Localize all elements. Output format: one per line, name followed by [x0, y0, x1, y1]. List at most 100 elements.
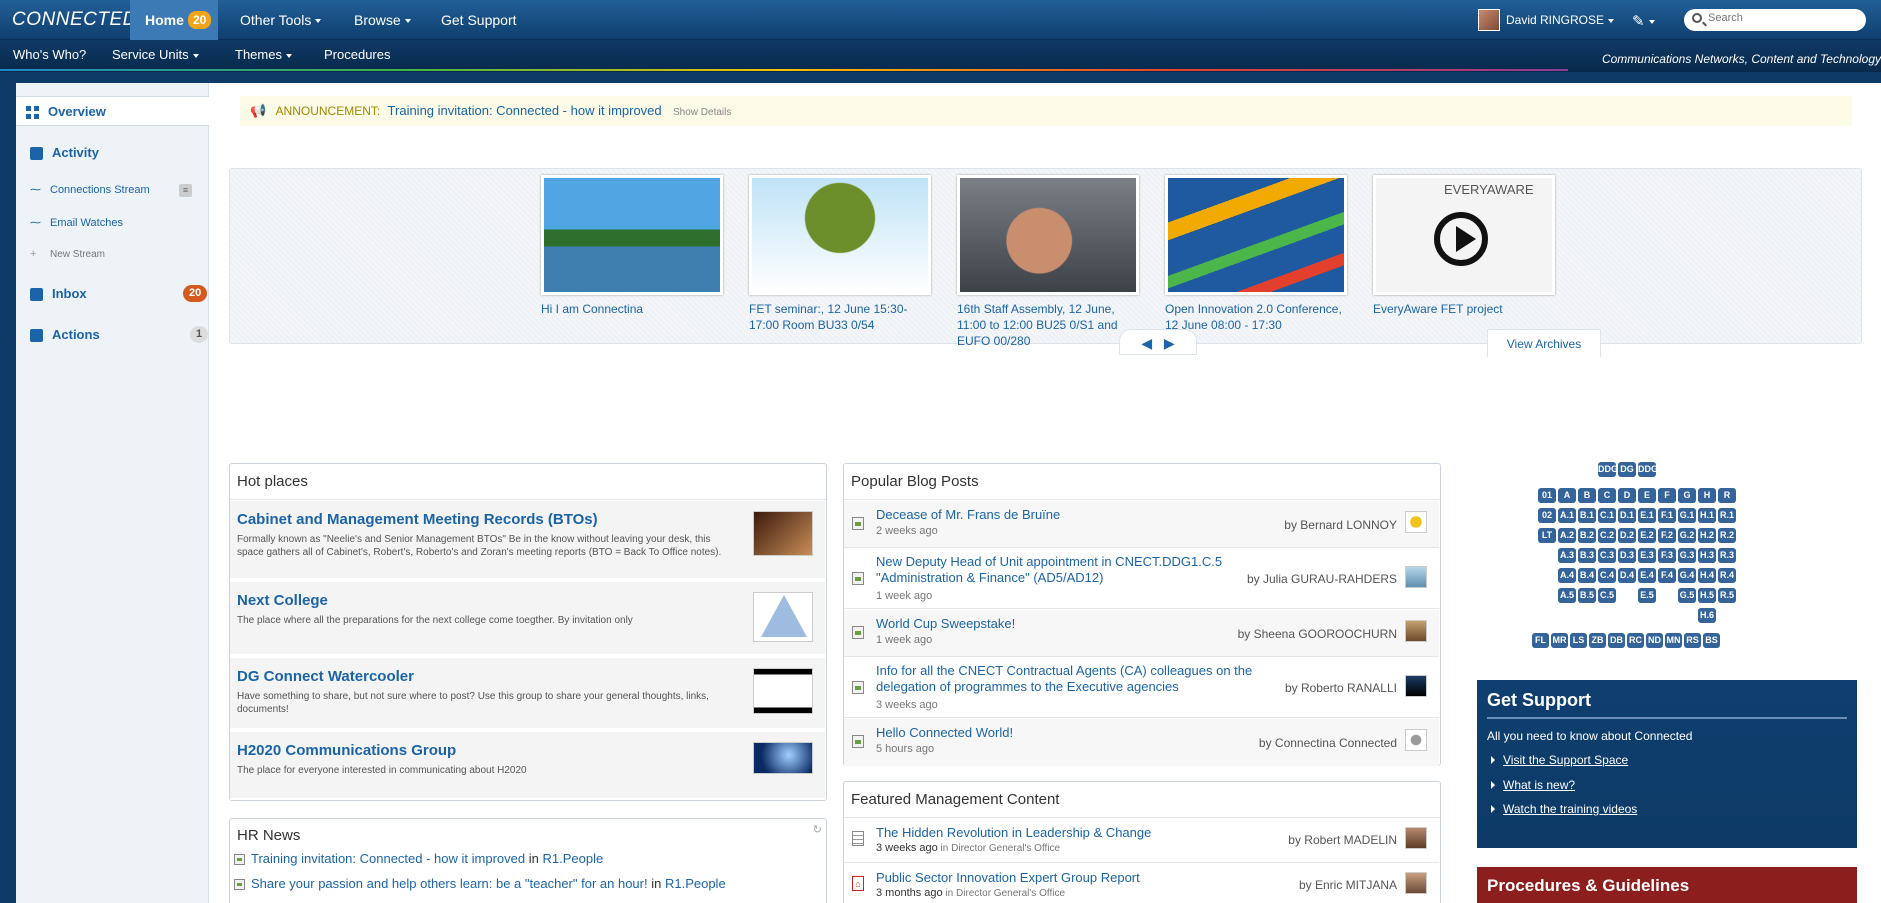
- org-unit-button[interactable]: B.2: [1578, 528, 1596, 543]
- org-unit-button[interactable]: H.3: [1698, 548, 1716, 563]
- org-unit-button[interactable]: R.1: [1718, 508, 1736, 523]
- org-unit-button[interactable]: E.3: [1638, 548, 1656, 563]
- org-person-button[interactable]: ZB: [1589, 633, 1606, 648]
- whos-who-link[interactable]: Who's Who?: [13, 40, 86, 70]
- org-unit-button[interactable]: B.4: [1578, 568, 1596, 583]
- org-unit-button[interactable]: G: [1678, 488, 1696, 503]
- org-unit-button[interactable]: H.2: [1698, 528, 1716, 543]
- news-location[interactable]: R1.People: [665, 876, 726, 891]
- org-unit-button[interactable]: E.1: [1638, 508, 1656, 523]
- org-person-button[interactable]: RS: [1684, 633, 1701, 648]
- org-unit-button[interactable]: D: [1618, 488, 1636, 503]
- org-unit-button[interactable]: C.4: [1598, 568, 1616, 583]
- org-unit-button[interactable]: 01: [1538, 488, 1556, 503]
- carousel-slide[interactable]: FET seminar:, 12 June 15:30-17:00 Room B…: [749, 175, 931, 333]
- list-icon[interactable]: ≡: [179, 184, 192, 197]
- org-unit-button[interactable]: D.3: [1618, 548, 1636, 563]
- org-unit-button[interactable]: G.2: [1678, 528, 1696, 543]
- home-tab[interactable]: Home 20: [130, 0, 218, 40]
- org-unit-button[interactable]: R.5: [1718, 588, 1736, 603]
- slide-caption[interactable]: Hi I am Connectina: [541, 301, 723, 317]
- org-unit-button[interactable]: R.3: [1718, 548, 1736, 563]
- slide-image[interactable]: [749, 175, 931, 295]
- org-unit-button[interactable]: LT: [1538, 528, 1556, 543]
- post-author[interactable]: by Julia GURAU-RAHDERS: [1247, 572, 1397, 586]
- org-unit-button[interactable]: C.5: [1598, 588, 1616, 603]
- post-title[interactable]: New Deputy Head of Unit appointment in C…: [876, 554, 1266, 586]
- sidebar-item-inbox[interactable]: Inbox 20: [30, 285, 210, 302]
- slide-image[interactable]: EVERYAWARE: [1373, 175, 1555, 295]
- org-unit-button[interactable]: F: [1658, 488, 1676, 503]
- org-unit-button[interactable]: H.5: [1698, 588, 1716, 603]
- sidebar-item-email-watches[interactable]: ⁓ Email Watches: [30, 216, 123, 229]
- org-unit-button[interactable]: H.4: [1698, 568, 1716, 583]
- carousel-slide[interactable]: EVERYAWARE EveryAware FET project: [1373, 175, 1555, 317]
- org-unit-button[interactable]: A: [1558, 488, 1576, 503]
- org-unit-button[interactable]: B.3: [1578, 548, 1596, 563]
- whats-new-link[interactable]: What is new?: [1503, 778, 1575, 792]
- org-unit-button[interactable]: DDG: [1638, 462, 1658, 477]
- org-unit-button[interactable]: A.2: [1558, 528, 1576, 543]
- org-unit-button[interactable]: G.3: [1678, 548, 1696, 563]
- item-title[interactable]: H2020 Communications Group: [237, 742, 456, 759]
- item-author[interactable]: by Robert MADELIN: [1288, 833, 1397, 847]
- org-unit-button[interactable]: C: [1598, 488, 1616, 503]
- get-support-link[interactable]: Get Support: [441, 0, 517, 40]
- org-unit-button[interactable]: A.4: [1558, 568, 1576, 583]
- sidebar-item-actions[interactable]: Actions 1: [30, 326, 210, 343]
- org-unit-button[interactable]: E: [1638, 488, 1656, 503]
- slide-image[interactable]: [957, 175, 1139, 295]
- org-unit-button[interactable]: C.1: [1598, 508, 1616, 523]
- carousel-slide[interactable]: Open Innovation 2.0 Conference, 12 June …: [1165, 175, 1347, 333]
- search-input[interactable]: [1708, 12, 1858, 24]
- slide-caption[interactable]: FET seminar:, 12 June 15:30-17:00 Room B…: [749, 301, 931, 333]
- org-unit-button[interactable]: C.3: [1598, 548, 1616, 563]
- org-unit-button[interactable]: H.1: [1698, 508, 1716, 523]
- org-unit-button[interactable]: DDG: [1598, 462, 1618, 477]
- org-unit-button[interactable]: A.3: [1558, 548, 1576, 563]
- next-arrow-icon[interactable]: ▶: [1164, 335, 1175, 351]
- carousel-slide[interactable]: 16th Staff Assembly, 12 June, 11:00 to 1…: [957, 175, 1139, 349]
- list-item[interactable]: Next College The place where all the pre…: [230, 582, 825, 656]
- item-location[interactable]: Director General's Office: [956, 888, 1065, 899]
- org-unit-button[interactable]: F.4: [1658, 568, 1676, 583]
- sidebar-item-overview[interactable]: Overview: [16, 96, 209, 126]
- post-title[interactable]: Hello Connected World!: [876, 725, 1013, 741]
- previous-arrow-icon[interactable]: ◀: [1141, 335, 1152, 351]
- author-avatar[interactable]: [1405, 511, 1427, 533]
- browse-menu[interactable]: Browse: [354, 0, 411, 40]
- org-person-button[interactable]: BS: [1703, 633, 1720, 648]
- org-person-button[interactable]: ND: [1646, 633, 1663, 648]
- featured-item[interactable]: ⌂ Public Sector Innovation Expert Group …: [844, 864, 1439, 903]
- org-unit-button[interactable]: G.5: [1678, 588, 1696, 603]
- org-unit-button[interactable]: F.1: [1658, 508, 1676, 523]
- org-person-button[interactable]: RC: [1627, 633, 1644, 648]
- sidebar-item-new-stream[interactable]: + New Stream: [30, 248, 105, 260]
- author-avatar[interactable]: [1405, 675, 1427, 697]
- org-unit-button[interactable]: R.2: [1718, 528, 1736, 543]
- org-unit-button[interactable]: B.1: [1578, 508, 1596, 523]
- author-avatar[interactable]: [1405, 827, 1427, 849]
- slide-caption[interactable]: Open Innovation 2.0 Conference, 12 June …: [1165, 301, 1347, 333]
- author-avatar[interactable]: [1405, 620, 1427, 642]
- slide-caption[interactable]: 16th Staff Assembly, 12 June, 11:00 to 1…: [957, 301, 1139, 349]
- training-videos-link[interactable]: Watch the training videos: [1503, 802, 1637, 816]
- org-person-button[interactable]: DB: [1608, 633, 1625, 648]
- item-title[interactable]: Next College: [237, 592, 328, 609]
- org-unit-button[interactable]: E.4: [1638, 568, 1656, 583]
- carousel-slide[interactable]: Hi I am Connectina: [541, 175, 723, 317]
- other-tools-menu[interactable]: Other Tools: [240, 0, 322, 40]
- news-item[interactable]: Training invitation: Connected - how it …: [234, 851, 603, 866]
- blog-post-item[interactable]: Info for all the CNECT Contractual Agent…: [844, 658, 1439, 718]
- slide-image[interactable]: [541, 175, 723, 295]
- org-person-button[interactable]: MN: [1665, 633, 1682, 648]
- org-unit-button[interactable]: G.1: [1678, 508, 1696, 523]
- author-avatar[interactable]: [1405, 872, 1427, 894]
- featured-item[interactable]: The Hidden Revolution in Leadership & Ch…: [844, 819, 1439, 863]
- procedures-guidelines-box[interactable]: Procedures & Guidelines: [1477, 867, 1857, 903]
- org-person-button[interactable]: FL: [1532, 633, 1549, 648]
- item-title[interactable]: DG Connect Watercooler: [237, 668, 414, 685]
- org-unit-button[interactable]: A.5: [1558, 588, 1576, 603]
- post-author[interactable]: by Roberto RANALLI: [1285, 681, 1397, 695]
- org-person-button[interactable]: MR: [1551, 633, 1568, 648]
